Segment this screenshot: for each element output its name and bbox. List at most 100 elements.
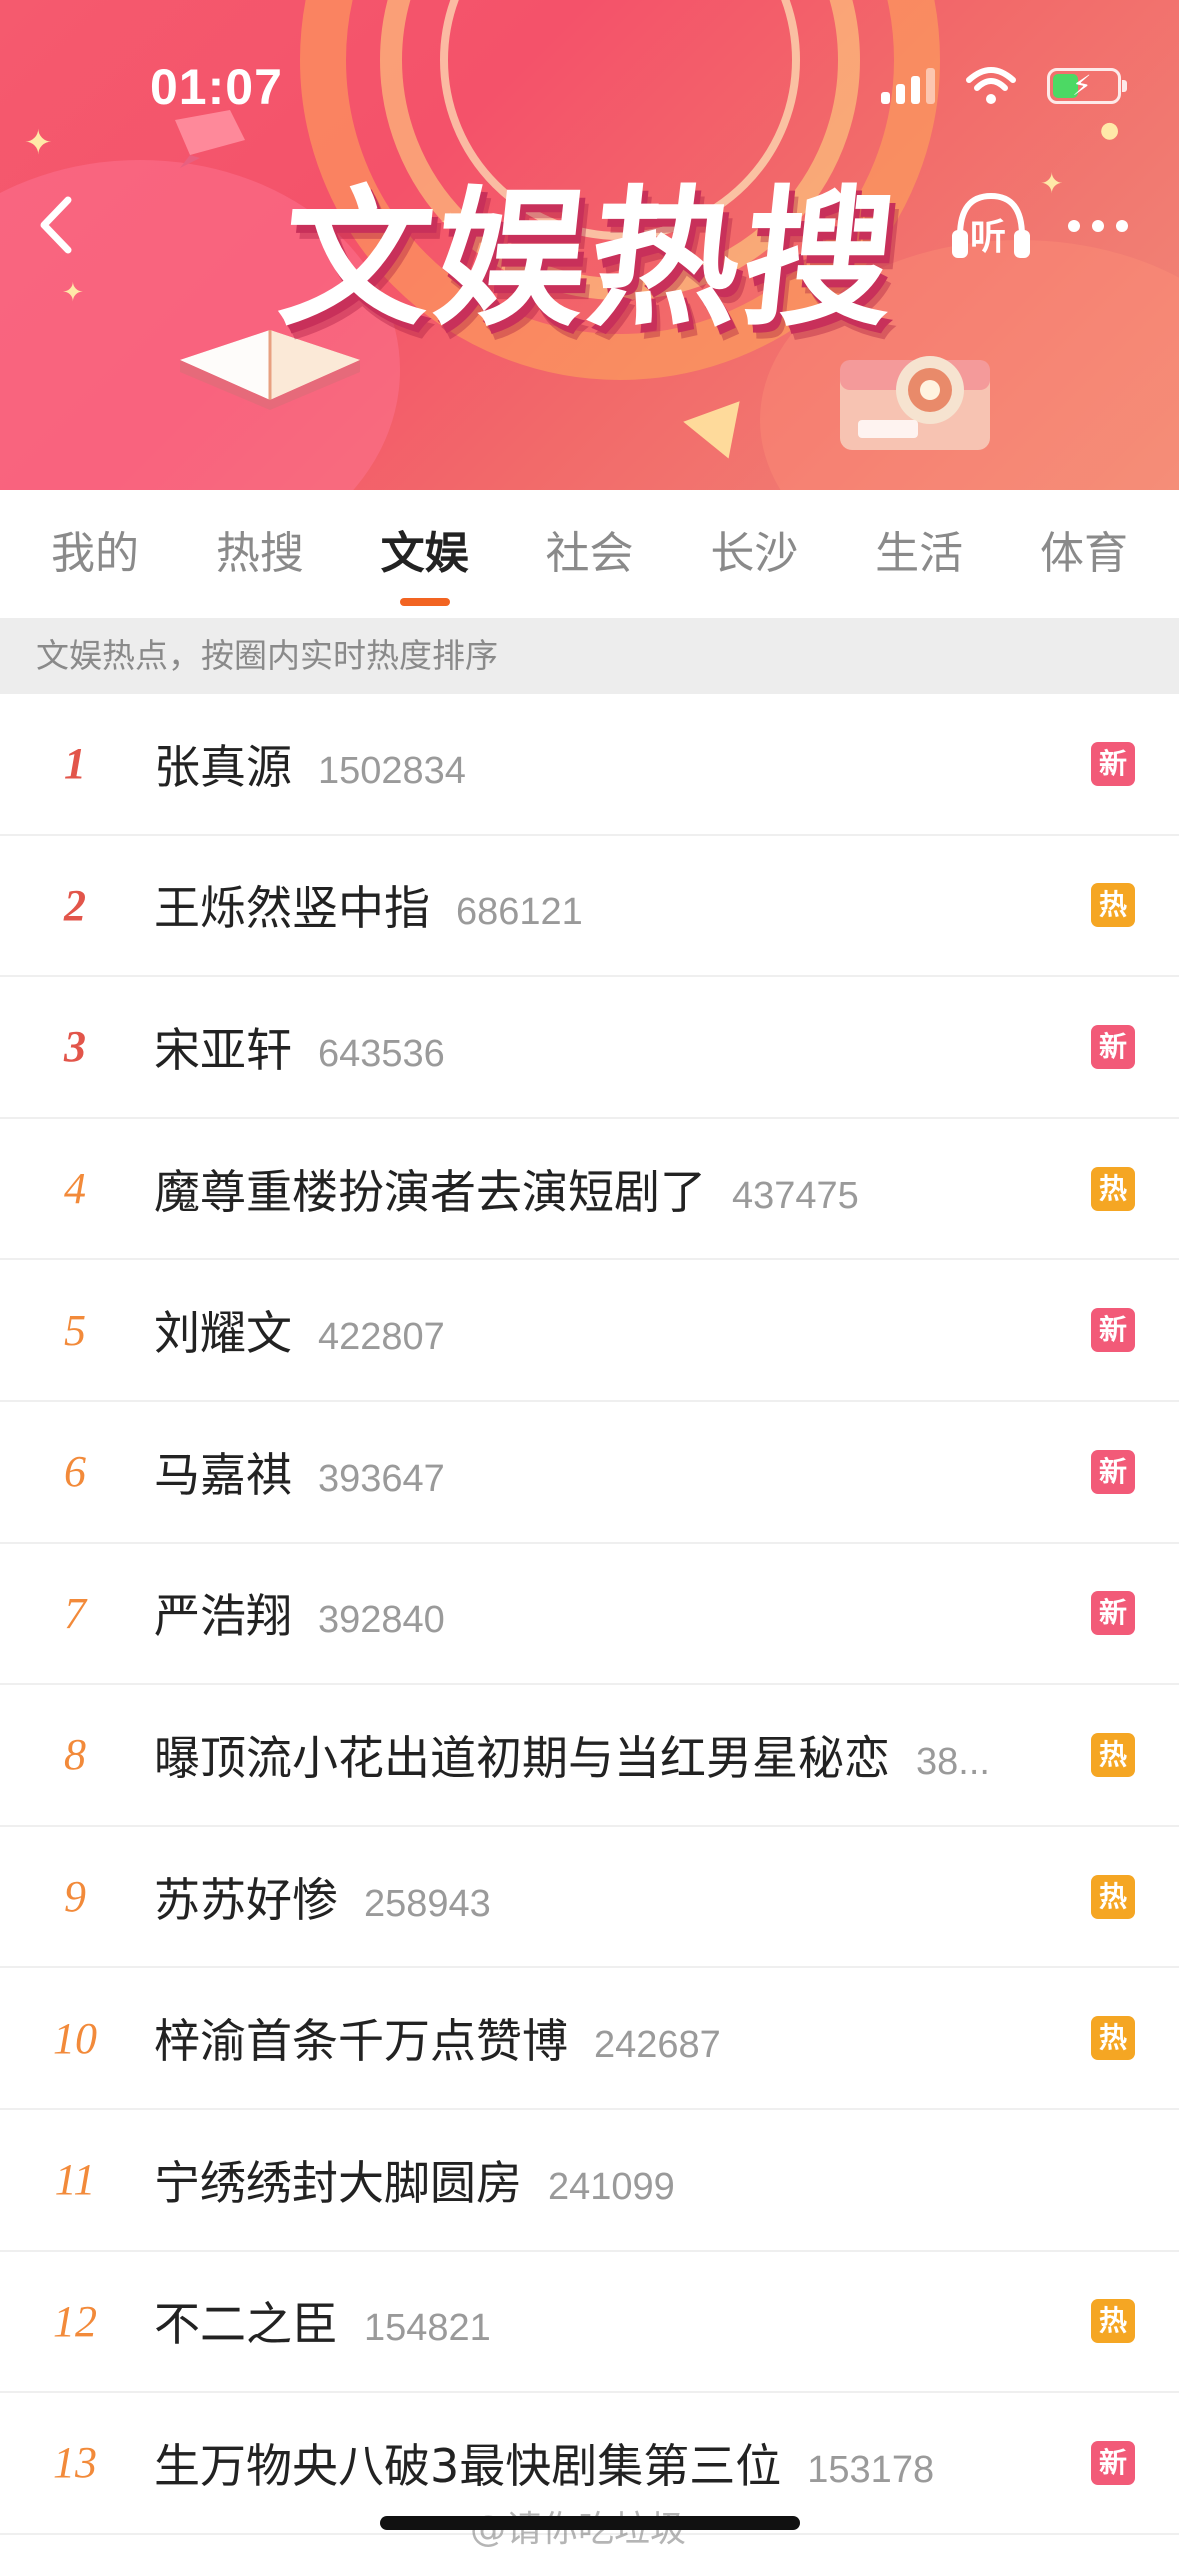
item-title: 宁绣绣封大脚圆房: [154, 2155, 522, 2210]
item-text: 魔尊重楼扮演者去演短剧了 437475: [154, 1156, 1049, 1222]
item-title: 刘耀文: [154, 1306, 292, 1361]
item-text: 马嘉祺 393647: [154, 1439, 1049, 1505]
heat-count: 153178: [807, 2448, 935, 2491]
new-badge: 新: [1091, 1449, 1135, 1494]
list-item[interactable]: 7 严浩翔 392840 新: [0, 1544, 1179, 1686]
item-text: 梓渝首条千万点赞博 242687: [154, 2005, 1049, 2071]
heat-count: 392840: [318, 1599, 445, 1642]
heat-count: 1502834: [318, 749, 466, 792]
item-title: 王烁然竖中指: [154, 881, 430, 936]
hot-badge: 热: [1091, 883, 1135, 928]
item-text: 严浩翔 392840: [154, 1580, 1049, 1646]
list-item[interactable]: 10 梓渝首条千万点赞博 242687 热: [0, 1968, 1179, 2110]
heat-count: 393647: [318, 1457, 445, 1500]
rank-number: 1: [64, 739, 86, 789]
list-item[interactable]: 3 宋亚轩 643536 新: [0, 977, 1179, 1119]
heat-count: 258943: [364, 1882, 491, 1925]
hot-badge: 热: [1091, 1166, 1135, 1211]
tab-entertainment[interactable]: 文娱: [360, 490, 490, 618]
tab-hot-search[interactable]: 热搜: [195, 490, 325, 618]
tab-mine[interactable]: 我的: [30, 490, 160, 618]
heat-count: 242687: [594, 2024, 721, 2067]
rank-number: 11: [54, 2155, 96, 2205]
tab-life[interactable]: 生活: [854, 490, 984, 618]
hot-search-list: 1 张真源 1502834 新 2 王烁然竖中指 686121 热 3 宋亚轩 643536 新 4 魔尊…: [0, 694, 1179, 2535]
rank-number: 7: [64, 1588, 86, 1638]
item-title: 魔尊重楼扮演者去演短剧了: [154, 1164, 706, 1219]
page-title: 文娱热搜: [272, 173, 908, 347]
list-item[interactable]: 6 马嘉祺 393647 新: [0, 1402, 1179, 1544]
heat-count: 643536: [318, 1032, 445, 1075]
heat-count: 686121: [456, 891, 583, 934]
heat-count: 38...: [916, 1740, 990, 1783]
rank-number: 10: [53, 2013, 97, 2063]
list-item[interactable]: 1 张真源 1502834 新: [0, 694, 1179, 836]
item-text: 曝顶流小花出道初期与当红男星秘恋 38...: [154, 1722, 1049, 1788]
tab-society[interactable]: 社会: [524, 490, 654, 618]
rank-number: 6: [64, 1447, 86, 1497]
ranking-notice: 文娱热点，按圈内实时热度排序: [0, 618, 1179, 694]
item-title: 张真源: [154, 739, 292, 794]
listen-label: 听: [970, 217, 1007, 258]
status-time: 01:07: [150, 59, 283, 115]
signal-icon: [881, 68, 935, 104]
item-text: 宋亚轩 643536: [154, 1014, 1049, 1080]
item-title: 宋亚轩: [154, 1022, 292, 1077]
dot-icon: [1116, 220, 1128, 232]
dot-icon: [1092, 220, 1104, 232]
rank-number: 13: [53, 2438, 97, 2488]
tab-changsha[interactable]: 长沙: [689, 490, 819, 618]
item-text: 王烁然竖中指 686121: [154, 872, 1049, 938]
list-item[interactable]: 9 苏苏好惨 258943 热: [0, 1827, 1179, 1969]
rank-number: 8: [64, 1730, 86, 1780]
list-item[interactable]: 4 魔尊重楼扮演者去演短剧了 437475 热: [0, 1119, 1179, 1261]
triangle-decoration: [683, 401, 757, 469]
hot-badge: 热: [1091, 2299, 1135, 2344]
heat-count: 422807: [318, 1316, 445, 1359]
item-text: 不二之臣 154821: [154, 2288, 1049, 2354]
item-title: 严浩翔: [154, 1589, 292, 1644]
heat-count: 437475: [732, 1174, 859, 1217]
item-title: 不二之臣: [154, 2297, 338, 2352]
battery-icon: ⚡: [1047, 68, 1127, 104]
hot-badge: 热: [1091, 2016, 1135, 2061]
rank-number: 4: [64, 1164, 86, 1214]
rank-number: 12: [53, 2296, 97, 2346]
sparkle-icon: ✦: [24, 123, 53, 163]
list-item[interactable]: 11 宁绣绣封大脚圆房 241099: [0, 2110, 1179, 2252]
item-text: 苏苏好惨 258943: [154, 1864, 1049, 1930]
item-title: 梓渝首条千万点赞博: [154, 2014, 568, 2069]
item-text: 刘耀文 422807: [154, 1297, 1049, 1363]
tab-sports[interactable]: 体育: [1019, 490, 1149, 618]
category-tabs: 我的 热搜 文娱 社会 长沙 生活 体育: [0, 490, 1179, 618]
list-item[interactable]: 2 王烁然竖中指 686121 热: [0, 836, 1179, 978]
item-title: 曝顶流小花出道初期与当红男星秘恋: [154, 1730, 890, 1785]
heat-count: 154821: [364, 2307, 491, 2350]
rank-number: 9: [64, 1872, 86, 1922]
back-arrow-icon[interactable]: [32, 190, 92, 260]
new-badge: 新: [1091, 1308, 1135, 1353]
new-badge: 新: [1091, 2440, 1135, 2485]
ribbon-decoration: [175, 110, 245, 168]
item-text: 生万物央八破3最快剧集第三位 153178: [154, 2430, 1049, 2496]
status-icons: ⚡: [881, 62, 1127, 110]
dot-icon: [1068, 220, 1080, 232]
more-options-button[interactable]: [1068, 208, 1138, 244]
item-title: 生万物央八破3最快剧集第三位: [154, 2438, 782, 2493]
hot-badge: 热: [1091, 1874, 1135, 1919]
sparkle-icon: ●: [1100, 118, 1120, 143]
header-banner: ✦ ✦ ✦ ● ✦ 01:07 ⚡ 文娱热搜 听: [0, 0, 1179, 490]
list-item[interactable]: 12 不二之臣 154821 热: [0, 2252, 1179, 2394]
list-item[interactable]: 5 刘耀文 422807 新: [0, 1260, 1179, 1402]
hot-badge: 热: [1091, 1732, 1135, 1777]
sparkle-icon: ✦: [62, 278, 84, 308]
rank-number: 2: [64, 880, 86, 930]
rank-number: 3: [64, 1022, 86, 1072]
item-text: 张真源 1502834: [154, 731, 1049, 797]
rank-number: 5: [64, 1305, 86, 1355]
item-title: 马嘉祺: [154, 1447, 292, 1502]
wifi-icon: [966, 67, 1016, 104]
home-indicator[interactable]: [380, 2516, 800, 2530]
list-item[interactable]: 8 曝顶流小花出道初期与当红男星秘恋 38... 热: [0, 1685, 1179, 1827]
listen-button[interactable]: 听: [946, 186, 1036, 266]
